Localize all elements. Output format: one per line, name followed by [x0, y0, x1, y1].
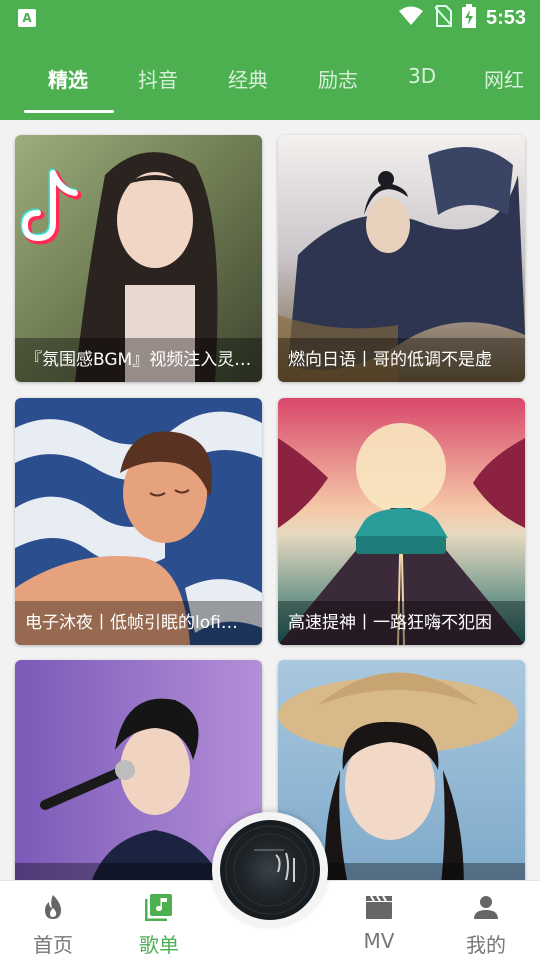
- tab-jingxuan[interactable]: 精选: [48, 64, 88, 93]
- person-icon: [474, 896, 498, 919]
- nav-home[interactable]: 首页: [8, 881, 98, 961]
- playlist-card[interactable]: 『氛围感BGM』视频注入灵魂的神仙配乐: [15, 135, 262, 382]
- playlist-title: 『氛围感BGM』视频注入灵魂的神仙配乐: [15, 338, 262, 382]
- nav-mv[interactable]: MV: [334, 881, 424, 961]
- playlist-card[interactable]: 高速提神丨一路狂嗨不犯困: [278, 398, 525, 645]
- playlist-title: 高速提神丨一路狂嗨不犯困: [278, 601, 525, 645]
- playlist-card[interactable]: 电子沐夜丨低帧引眠的lofi小调: [15, 398, 262, 645]
- nav-mine[interactable]: 我的: [441, 881, 531, 961]
- playlist-title: 燃向日语丨哥的低调不是虚: [278, 338, 525, 382]
- nav-mine-label: 我的: [466, 933, 506, 957]
- playlist-title: 电子沐夜丨低帧引眠的lofi小调: [15, 601, 262, 645]
- status-bar: A 5:53: [0, 0, 540, 36]
- nav-playlists[interactable]: 歌单: [114, 881, 204, 961]
- clock: 5:53: [485, 6, 526, 29]
- wifi-icon: [398, 6, 424, 30]
- tab-douyin[interactable]: 抖音: [138, 64, 178, 93]
- now-playing-button[interactable]: [212, 812, 328, 928]
- album-disc-icon: [220, 820, 320, 920]
- app-notification-icon: A: [18, 9, 36, 27]
- music-note-icon: [145, 894, 172, 921]
- category-tab-bar: 精选 抖音 经典 励志 3D 网红: [0, 36, 540, 120]
- clapperboard-icon: [366, 895, 392, 919]
- tab-jingdian[interactable]: 经典: [228, 64, 268, 93]
- no-sim-icon: [434, 5, 452, 31]
- playlist-grid: 『氛围感BGM』视频注入灵魂的神仙配乐 燃向日语丨哥的低调不是虚 电子沐夜丨低帧: [0, 120, 540, 880]
- active-tab-indicator: [24, 110, 114, 113]
- nav-home-label: 首页: [33, 933, 73, 957]
- nav-playlists-label: 歌单: [139, 933, 179, 957]
- playlist-card[interactable]: 燃向日语丨哥的低调不是虚: [278, 135, 525, 382]
- tab-lizhi[interactable]: 励志: [318, 64, 358, 93]
- tab-3d[interactable]: 3D: [408, 64, 436, 88]
- nav-mv-label: MV: [363, 929, 395, 953]
- battery-charging-icon: [461, 4, 476, 32]
- flame-icon: [45, 895, 61, 919]
- tab-wanghong[interactable]: 网红: [484, 64, 524, 93]
